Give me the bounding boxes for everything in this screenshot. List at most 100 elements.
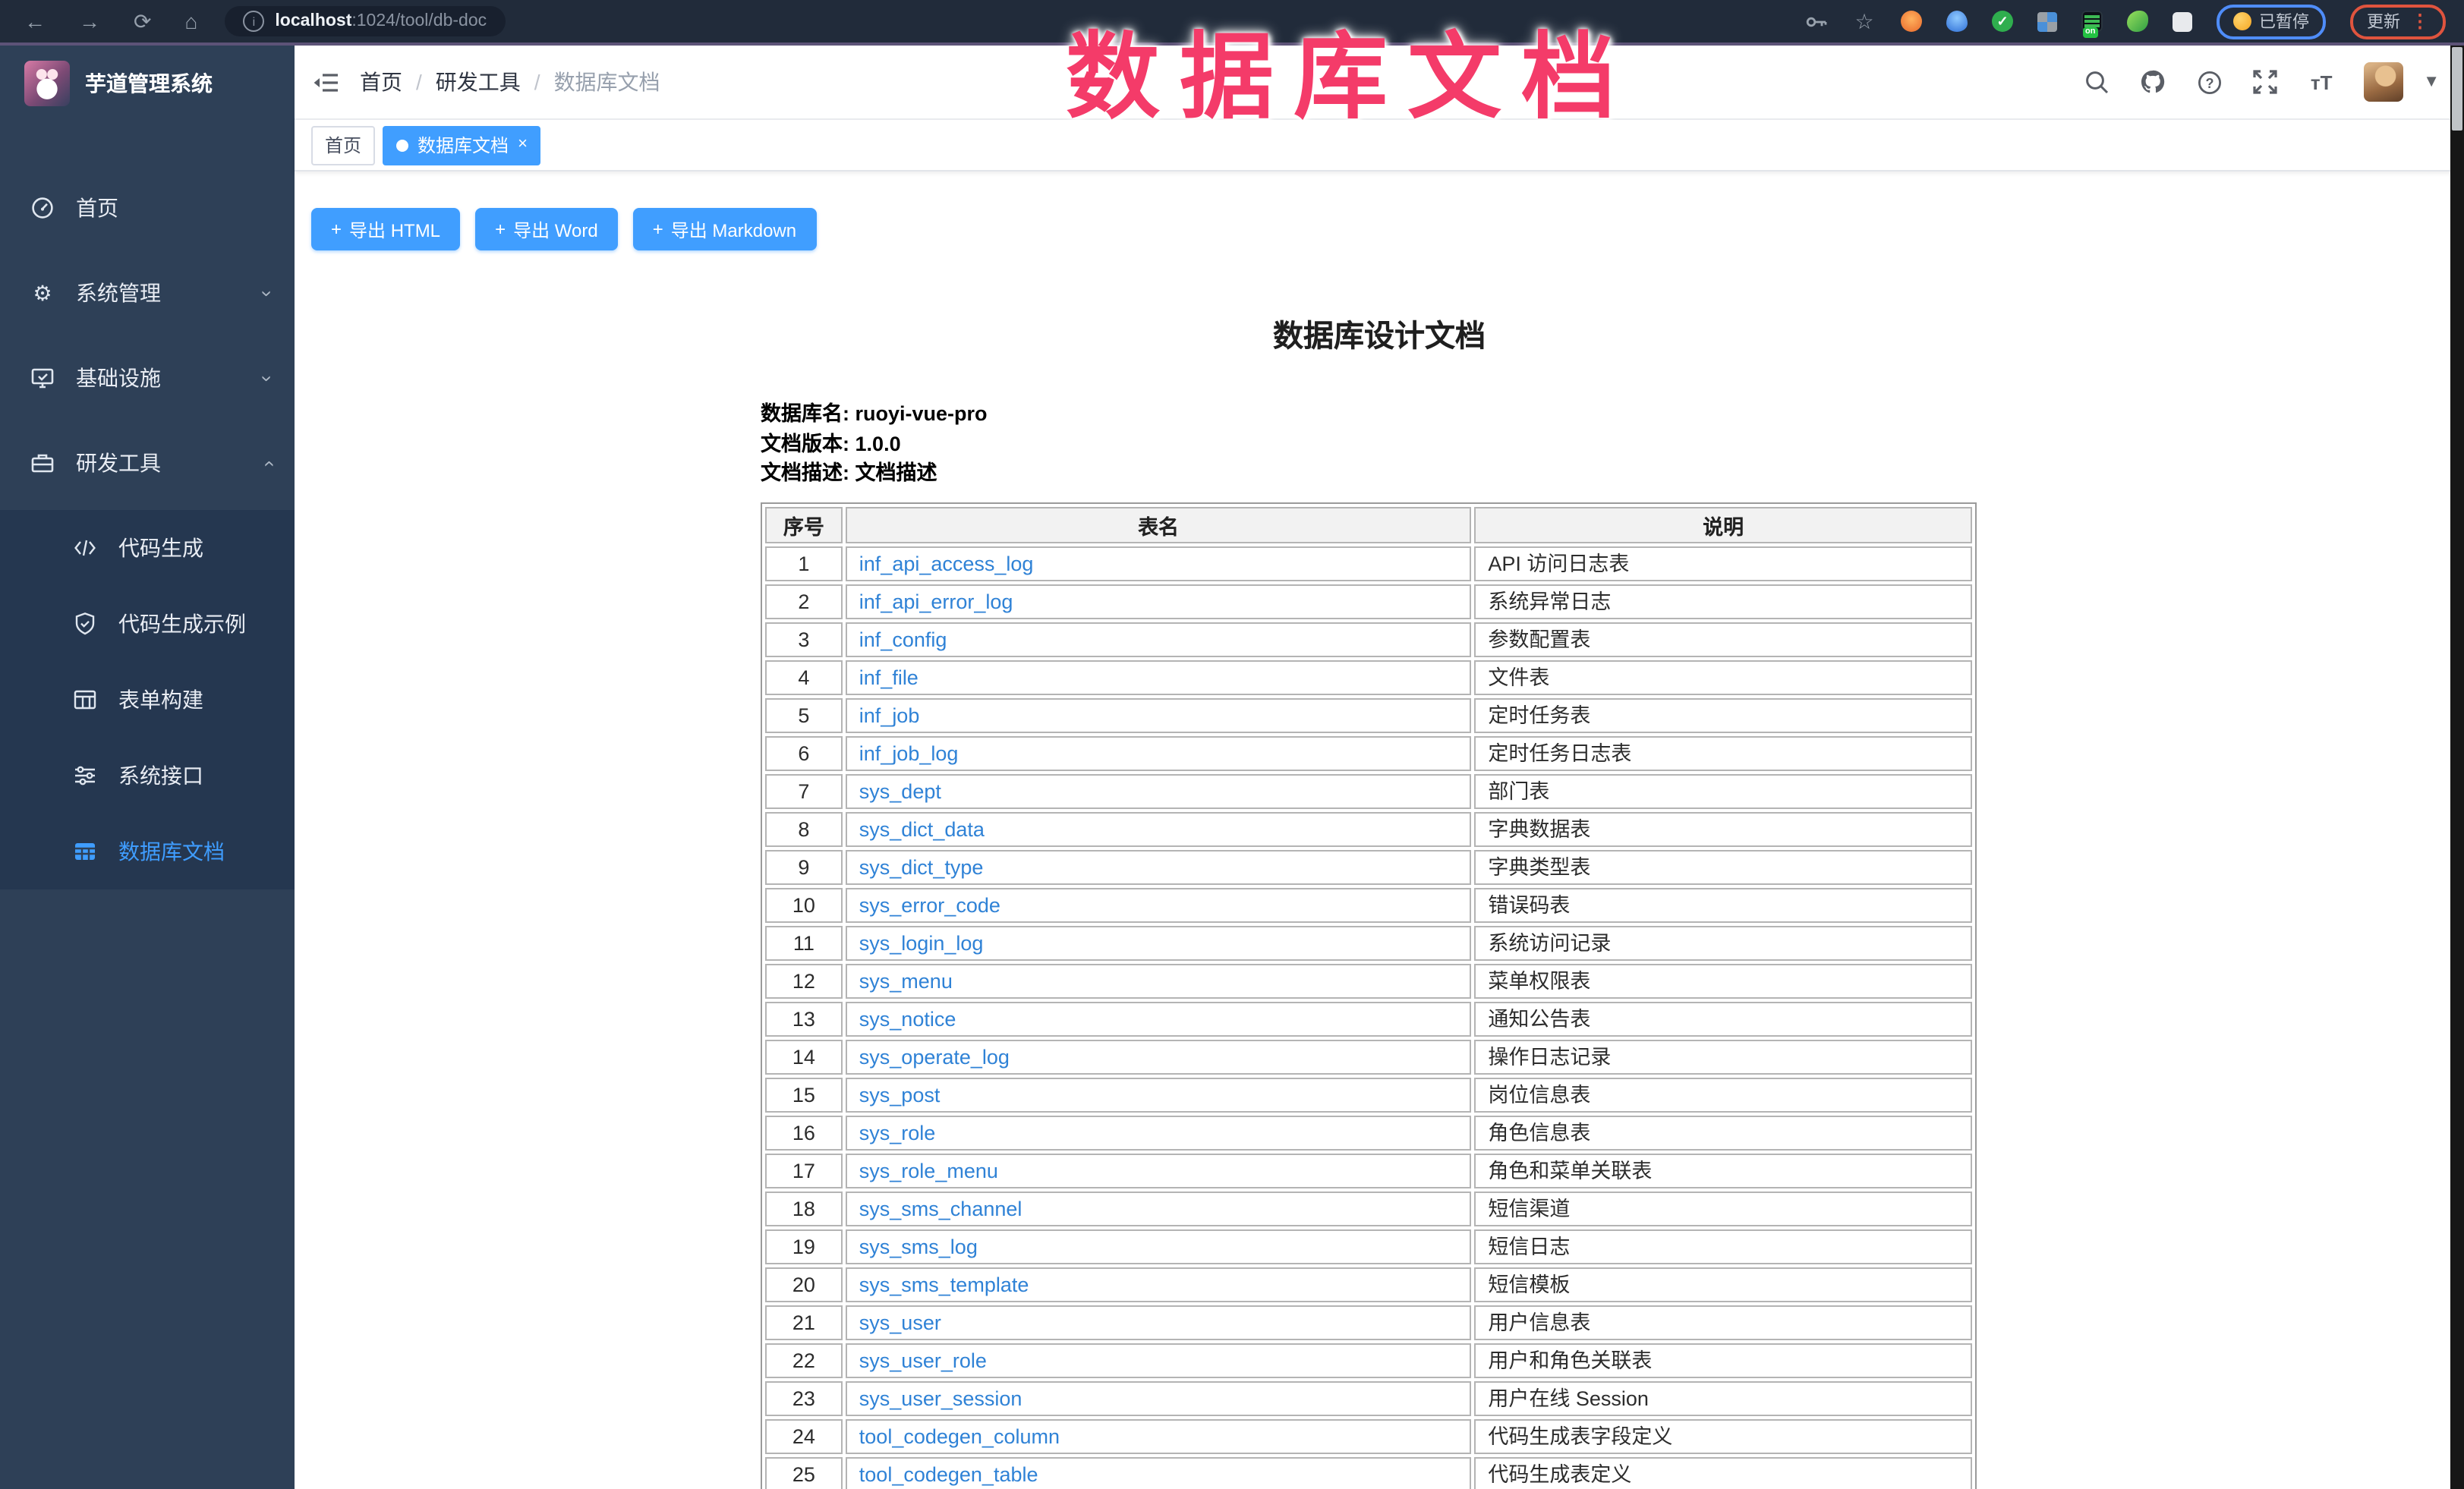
avatar-caret-icon[interactable]: ▼ bbox=[2423, 73, 2440, 91]
table-name-link[interactable]: sys_user_session bbox=[859, 1387, 1022, 1409]
key-icon[interactable] bbox=[1804, 9, 1828, 33]
breadcrumb-separator: / bbox=[416, 70, 422, 94]
breadcrumb-home[interactable]: 首页 bbox=[360, 67, 402, 97]
table-row: 3 inf_config 参数配置表 bbox=[765, 622, 1972, 656]
extension-switch-icon[interactable]: on bbox=[2081, 11, 2103, 32]
table-row: 21 sys_user 用户信息表 bbox=[765, 1305, 1972, 1339]
row-index: 25 bbox=[765, 1456, 843, 1489]
bookmark-star-icon[interactable]: ☆ bbox=[1852, 9, 1876, 33]
table-row: 6 inf_job_log 定时任务日志表 bbox=[765, 735, 1972, 770]
table-name-link[interactable]: inf_job bbox=[859, 704, 920, 726]
table-name-link[interactable]: sys_login_log bbox=[859, 931, 984, 954]
table-name-link[interactable]: inf_file bbox=[859, 666, 918, 688]
table-name-link[interactable]: sys_menu bbox=[859, 969, 953, 992]
sidebar-item-home[interactable]: 首页 bbox=[0, 170, 295, 246]
scrollbar-thumb[interactable] bbox=[2452, 47, 2462, 131]
sidebar-item-codegen-demo[interactable]: 代码生成示例 bbox=[0, 586, 295, 662]
sidebar-item-devtools[interactable]: 研发工具 › bbox=[0, 425, 295, 501]
browser-menu-icon[interactable]: ⋮ bbox=[2411, 12, 2429, 30]
table-name-link[interactable]: sys_notice bbox=[859, 1007, 956, 1030]
reload-icon[interactable]: ⟳ bbox=[134, 11, 151, 32]
row-description: 代码生成表字段定义 bbox=[1474, 1418, 1972, 1453]
row-index: 13 bbox=[765, 1001, 843, 1036]
sidebar-item-system[interactable]: ⚙ 系统管理 › bbox=[0, 255, 295, 331]
extension-pin-icon[interactable] bbox=[1946, 11, 1968, 32]
sidebar-item-codegen[interactable]: 代码生成 bbox=[0, 510, 295, 586]
gear-icon: ⚙ bbox=[30, 280, 55, 306]
row-table-name: sys_role_menu bbox=[846, 1153, 1472, 1188]
table-name-link[interactable]: sys_user bbox=[859, 1311, 941, 1333]
tag-db-doc[interactable]: 数据库文档 × bbox=[383, 125, 541, 165]
extension-leaf-icon[interactable] bbox=[2127, 11, 2148, 32]
home-icon[interactable]: ⌂ bbox=[184, 11, 197, 32]
chevron-up-icon: › bbox=[256, 460, 279, 467]
table-name-link[interactable]: sys_role_menu bbox=[859, 1159, 998, 1182]
paused-extension-pill[interactable]: 已暂停 bbox=[2217, 4, 2326, 39]
export-button[interactable]: + 导出 Word bbox=[475, 208, 618, 250]
table-row: 11 sys_login_log 系统访问记录 bbox=[765, 925, 1972, 960]
table-name-link[interactable]: inf_api_error_log bbox=[859, 590, 1013, 612]
row-table-name: sys_sms_log bbox=[846, 1229, 1472, 1264]
table-name-link[interactable]: inf_api_access_log bbox=[859, 552, 1034, 575]
user-avatar[interactable] bbox=[2364, 62, 2403, 102]
search-icon[interactable] bbox=[2083, 68, 2110, 96]
table-name-link[interactable]: sys_sms_template bbox=[859, 1273, 1029, 1295]
breadcrumb-devtools[interactable]: 研发工具 bbox=[436, 67, 521, 97]
fullscreen-icon[interactable] bbox=[2251, 68, 2279, 96]
github-icon[interactable] bbox=[2139, 68, 2166, 96]
table-name-link[interactable]: sys_dict_data bbox=[859, 817, 985, 840]
sidebar-item-db-doc[interactable]: 数据库文档 bbox=[0, 814, 295, 889]
row-table-name: sys_sms_channel bbox=[846, 1191, 1472, 1226]
export-button[interactable]: + 导出 Markdown bbox=[633, 208, 816, 250]
app-logo-row[interactable]: 芋道管理系统 bbox=[0, 46, 295, 121]
row-table-name: inf_api_error_log bbox=[846, 584, 1472, 619]
browser-update-pill[interactable]: 更新 ⋮ bbox=[2350, 4, 2446, 39]
address-bar[interactable]: i localhost:1024/tool/db-doc bbox=[225, 6, 505, 36]
table-name-link[interactable]: sys_sms_channel bbox=[859, 1197, 1022, 1220]
sidebar-item-system-api[interactable]: 系统接口 bbox=[0, 738, 295, 814]
table-name-link[interactable]: sys_post bbox=[859, 1083, 941, 1106]
table-name-link[interactable]: sys_operate_log bbox=[859, 1045, 1010, 1068]
forward-icon[interactable]: → bbox=[79, 11, 100, 32]
sidebar-item-infra[interactable]: 基础设施 › bbox=[0, 340, 295, 416]
extensions-puzzle-icon[interactable] bbox=[2173, 11, 2192, 31]
row-index: 7 bbox=[765, 773, 843, 808]
table-name-link[interactable]: tool_codegen_table bbox=[859, 1462, 1038, 1485]
sidebar-fold-icon[interactable] bbox=[313, 72, 339, 92]
extension-grid-icon[interactable] bbox=[2037, 11, 2057, 31]
document-title: 数据库设计文档 bbox=[761, 311, 1998, 355]
row-index: 1 bbox=[765, 546, 843, 581]
table-name-link[interactable]: inf_config bbox=[859, 628, 947, 650]
overlay-annotation-title: 数据库文档 bbox=[1066, 0, 1612, 137]
breadcrumb-current: 数据库文档 bbox=[554, 67, 660, 97]
row-index: 15 bbox=[765, 1077, 843, 1112]
back-icon[interactable]: ← bbox=[24, 11, 46, 32]
window-scrollbar[interactable] bbox=[2450, 46, 2464, 1489]
table-name-link[interactable]: sys_error_code bbox=[859, 893, 1000, 916]
row-description: 字典类型表 bbox=[1474, 849, 1972, 884]
row-index: 14 bbox=[765, 1039, 843, 1074]
font-size-icon[interactable]: тT bbox=[2308, 68, 2335, 96]
export-button-label: 导出 Word bbox=[513, 216, 598, 242]
table-name-link[interactable]: sys_dept bbox=[859, 779, 941, 802]
tag-home[interactable]: 首页 bbox=[311, 125, 375, 165]
table-row: 14 sys_operate_log 操作日志记录 bbox=[765, 1039, 1972, 1074]
site-info-icon[interactable]: i bbox=[243, 11, 264, 32]
table-row: 19 sys_sms_log 短信日志 bbox=[765, 1229, 1972, 1264]
table-name-link[interactable]: sys_user_role bbox=[859, 1349, 987, 1371]
help-icon[interactable]: ? bbox=[2195, 68, 2223, 96]
extension-check-icon[interactable]: ✓ bbox=[1992, 11, 2013, 32]
sidebar-item-form-builder[interactable]: 表单构建 bbox=[0, 662, 295, 738]
table-name-link[interactable]: sys_sms_log bbox=[859, 1235, 978, 1258]
table-name-link[interactable]: sys_role bbox=[859, 1121, 936, 1144]
table-name-link[interactable]: tool_codegen_column bbox=[859, 1424, 1060, 1447]
table-name-link[interactable]: sys_dict_type bbox=[859, 855, 984, 878]
close-icon[interactable]: × bbox=[518, 137, 528, 153]
table-row: 24 tool_codegen_column 代码生成表字段定义 bbox=[765, 1418, 1972, 1453]
url-host: localhost bbox=[275, 12, 351, 30]
extension-orange-icon[interactable] bbox=[1901, 11, 1922, 32]
table-name-link[interactable]: inf_job_log bbox=[859, 741, 959, 764]
export-button[interactable]: + 导出 HTML bbox=[311, 208, 460, 250]
row-index: 17 bbox=[765, 1153, 843, 1188]
infra-monitor-icon bbox=[30, 366, 55, 390]
